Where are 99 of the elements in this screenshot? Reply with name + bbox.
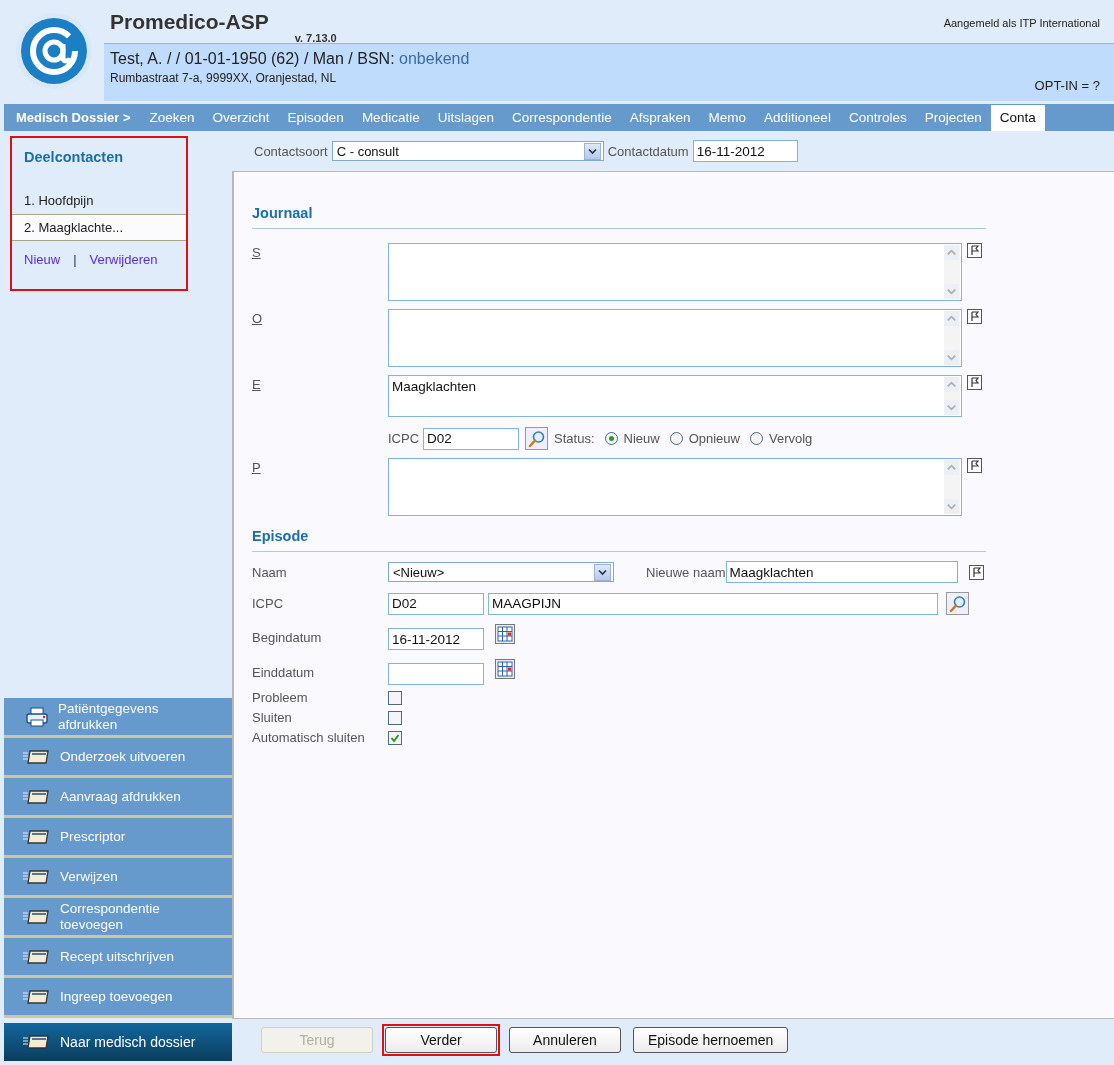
- icpc-code-input[interactable]: D02: [388, 592, 484, 615]
- nav-tab[interactable]: Controles: [839, 110, 916, 131]
- login-status: Aangemeld als ITP International: [943, 16, 1100, 29]
- field-label: Contactsoort: [254, 143, 328, 159]
- radio-label: Vervolg: [768, 431, 813, 446]
- folder-icon: [22, 828, 50, 845]
- field-label: Sluiten: [252, 710, 293, 725]
- scrollbar-drawing: [944, 377, 960, 415]
- sidebar-action[interactable]: Correspondentie toevoegen: [4, 898, 232, 938]
- radio-label: Opnieuw: [688, 431, 740, 446]
- back-to-dossier-button[interactable]: Naar medisch dossier: [4, 1023, 232, 1061]
- nav-tab[interactable]: Conta: [990, 105, 1045, 131]
- nav-tab[interactable]: Uitslagen: [428, 110, 503, 131]
- sidebar-action[interactable]: Ingreep toevoegen: [4, 978, 232, 1018]
- calendar-icon[interactable]: [495, 659, 515, 679]
- flag-icon[interactable]: [967, 243, 982, 258]
- action-button[interactable]: Verder: [385, 1027, 497, 1053]
- radio-button[interactable]: [604, 432, 618, 445]
- contact-date-input[interactable]: 16-11-2012: [692, 140, 798, 162]
- nav-tab[interactable]: Zoeken: [140, 110, 204, 131]
- flag-icon[interactable]: [967, 458, 982, 473]
- flag-icon[interactable]: [968, 564, 984, 580]
- version-label: v. 7.13.0: [294, 32, 337, 44]
- subcontacts-title: Deelcontacten: [24, 149, 124, 165]
- delete-link[interactable]: Verwijderen: [89, 252, 158, 267]
- section-label: Medisch Dossier >: [15, 110, 132, 127]
- field-label: S: [252, 244, 262, 260]
- name-dropdown[interactable]: <Nieuw>: [388, 562, 614, 582]
- contact-type-dropdown[interactable]: C - consult: [331, 141, 604, 161]
- radio-button[interactable]: [669, 432, 683, 445]
- flag-icon[interactable]: [967, 309, 982, 324]
- nav-tab[interactable]: Correspondentie: [502, 110, 621, 131]
- icpc-input[interactable]: D02: [423, 427, 520, 450]
- field-label: O: [252, 310, 264, 326]
- radio-button[interactable]: [749, 432, 763, 445]
- nav-tab[interactable]: Afspraken: [620, 110, 700, 131]
- action-button[interactable]: Annuleren: [509, 1027, 621, 1053]
- logo-icon: [14, 10, 94, 91]
- search-icon[interactable]: [946, 592, 969, 615]
- subcontact-item[interactable]: 2. Maagklachte...: [12, 214, 186, 241]
- folder-icon: [22, 908, 50, 925]
- sidebar-action[interactable]: Prescriptor: [4, 818, 232, 858]
- folder-icon: [22, 1034, 50, 1050]
- text-area[interactable]: Maagklachten: [388, 375, 962, 417]
- scrollbar-drawing: [944, 311, 960, 365]
- caret-icon[interactable]: [594, 563, 611, 581]
- opt-in-status: OPT-IN = ?: [1034, 78, 1100, 95]
- name-input[interactable]: Maagklachten: [725, 561, 958, 583]
- nav-tab[interactable]: Medicatie: [352, 110, 429, 131]
- field-label: ICPC: [388, 431, 420, 446]
- nav-tab[interactable]: Additioneel: [755, 110, 840, 131]
- checkbox[interactable]: [388, 730, 402, 745]
- subcontact-item[interactable]: 1. Hoofdpijn: [12, 187, 186, 214]
- field-label: P: [252, 459, 262, 475]
- scrollbar-drawing: [944, 245, 960, 299]
- flag-icon[interactable]: [967, 375, 982, 390]
- sidebar-action[interactable]: Recept uitschrijven: [4, 938, 232, 978]
- search-icon[interactable]: [525, 427, 549, 450]
- folder-icon: [22, 948, 50, 965]
- checkbox[interactable]: [388, 690, 402, 705]
- field-label: Status:: [554, 431, 595, 446]
- field-label: Probleem: [252, 690, 309, 705]
- field-label: Begindatum: [252, 629, 323, 645]
- date-input[interactable]: 16-11-2012: [388, 628, 484, 650]
- scrollbar-drawing: [944, 460, 960, 514]
- action-button[interactable]: Episode hernoemen: [633, 1027, 789, 1053]
- folder-icon: [22, 748, 50, 765]
- field-label: Contactdatum: [607, 143, 689, 159]
- date-input[interactable]: [388, 663, 484, 685]
- separator: |: [73, 252, 77, 267]
- patient-address: Rumbastraat 7-a, 9999XX, Oranjestad, NL: [110, 71, 338, 85]
- printer-icon: [26, 706, 48, 727]
- caret-icon[interactable]: [583, 142, 601, 160]
- radio-label: Nieuw: [623, 431, 660, 446]
- section-title: Episode: [252, 528, 986, 552]
- sidebar-action[interactable]: Onderzoek uitvoeren: [4, 738, 232, 778]
- field-label: E: [252, 376, 262, 392]
- folder-icon: [22, 788, 50, 805]
- nav-tab[interactable]: Episoden: [278, 110, 353, 131]
- sidebar-action[interactable]: Patiëntgegevens afdrukken: [4, 698, 232, 738]
- icpc-description-input[interactable]: MAAGPIJN: [488, 592, 938, 615]
- nav-tab[interactable]: Memo: [699, 110, 756, 131]
- nav-tab[interactable]: Overzicht: [203, 110, 279, 131]
- patient-summary: Test, A. / / 01-01-1950 (62) / Man / BSN: onbekend: [110, 50, 471, 68]
- field-label: Nieuwe naam: [646, 564, 726, 580]
- calendar-icon[interactable]: [495, 624, 515, 644]
- sidebar-action[interactable]: Verwijzen: [4, 858, 232, 898]
- folder-icon: [22, 868, 50, 885]
- field-label: Naam: [252, 564, 288, 580]
- app-title: Promedico-ASP: [110, 10, 269, 34]
- field-label: ICPC: [252, 596, 285, 611]
- nav-tab[interactable]: Projecten: [915, 110, 991, 131]
- checkbox[interactable]: [388, 710, 402, 725]
- section-title: Journaal: [252, 205, 986, 229]
- new-link[interactable]: Nieuw: [24, 252, 61, 267]
- field-label: Automatisch sluiten: [252, 730, 366, 745]
- sidebar-action[interactable]: Aanvraag afdrukken: [4, 778, 232, 818]
- field-label: Einddatum: [252, 664, 316, 680]
- folder-icon: [22, 988, 50, 1005]
